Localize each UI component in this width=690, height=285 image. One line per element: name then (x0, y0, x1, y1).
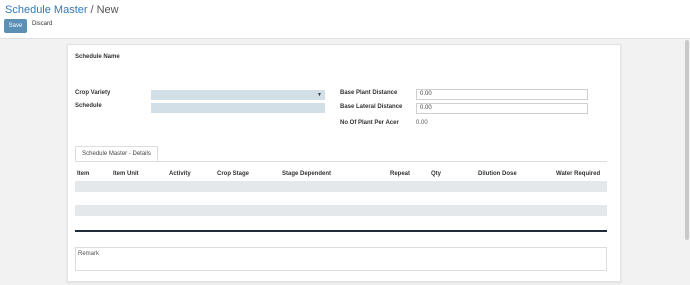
base-plant-distance-input[interactable]: 0.00 (416, 89, 588, 100)
breadcrumb-current: New (96, 4, 119, 16)
breadcrumb-separator: / (90, 4, 94, 16)
column-header-dilution-dose: Dilution Dose (478, 171, 517, 177)
chevron-down-icon: ▼ (317, 92, 322, 98)
breadcrumb: Schedule Master / New (5, 4, 119, 16)
schedule-label: Schedule (75, 103, 102, 109)
schedule-field[interactable] (151, 103, 325, 113)
table-footer-line (75, 230, 607, 232)
table-row[interactable] (75, 181, 607, 192)
page-scrollbar[interactable] (685, 40, 689, 240)
remark-field[interactable]: Remark (75, 247, 607, 271)
table-row[interactable] (75, 205, 607, 216)
column-header-item-unit: Item Unit (113, 171, 139, 177)
crop-variety-label: Crop Variety (75, 90, 111, 96)
schedule-name-label: Schedule Name (75, 54, 120, 60)
column-header-qty: Qty (431, 171, 442, 177)
base-lateral-distance-input[interactable]: 0.00 (416, 103, 588, 114)
tab-divider (75, 161, 607, 162)
breadcrumb-parent[interactable]: Schedule Master (5, 4, 88, 16)
crop-variety-select[interactable]: ▼ (151, 90, 325, 100)
base-plant-distance-label: Base Plant Distance (340, 90, 398, 96)
discard-button[interactable]: Discard (32, 21, 52, 27)
no-of-plant-label: No Of Plant Per Acer (340, 120, 399, 126)
no-of-plant-value: 0.00 (416, 120, 428, 126)
base-lateral-distance-label: Base Lateral Distance (340, 104, 403, 110)
tab-schedule-details[interactable]: Schedule Master - Details (75, 146, 158, 162)
column-header-water-required: Water Required (556, 171, 601, 177)
column-header-stage-dependent: Stage Dependent (282, 171, 332, 177)
column-header-crop-stage: Crop Stage (217, 171, 250, 177)
column-header-activity: Activity (169, 171, 191, 177)
save-button[interactable]: Save (4, 19, 27, 33)
column-header-repeat: Repeat (390, 171, 411, 177)
column-header-item: Item (77, 171, 90, 177)
